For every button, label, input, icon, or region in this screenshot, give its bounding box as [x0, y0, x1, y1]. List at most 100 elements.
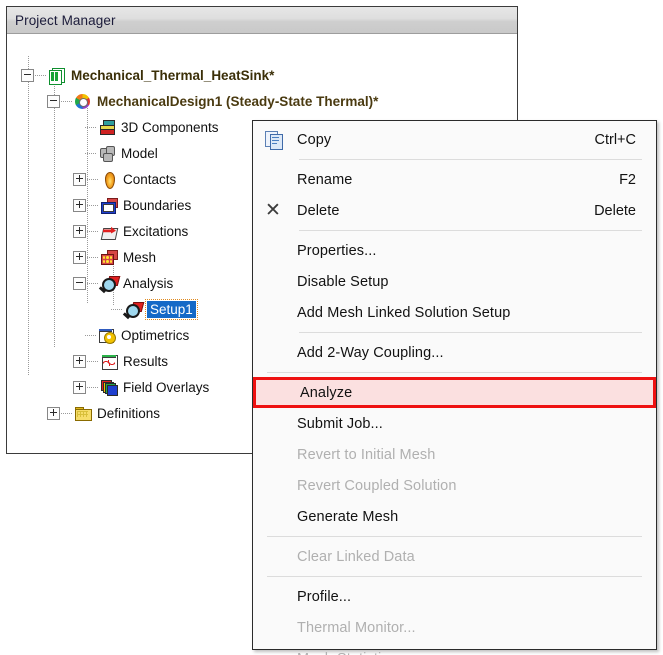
tree-dots — [85, 126, 97, 128]
menu-item-label: Add 2-Way Coupling... — [297, 344, 444, 361]
tree-node-label: Definitions — [97, 405, 161, 421]
menu-item-revert-coupled-solution: Revert Coupled Solution — [253, 470, 656, 501]
menu-item-label: Delete — [297, 202, 340, 219]
tree-node-label: Field Overlays — [123, 379, 210, 395]
expander-plus-icon[interactable] — [73, 224, 86, 238]
tree-node-project[interactable]: Mechanical_Thermal_HeatSink* — [21, 64, 274, 86]
menu-separator — [267, 536, 642, 537]
menu-item-label: Mesh Statistics... — [297, 651, 636, 655]
menu-item-delete[interactable]: ✕ Delete Delete — [253, 195, 656, 226]
close-x-icon: ✕ — [265, 199, 281, 221]
expander-plus-icon[interactable] — [47, 406, 60, 420]
tree-dots — [85, 334, 97, 336]
menu-item-accelerator: Delete — [594, 202, 636, 219]
menu-item-add-2-way-coupling[interactable]: Add 2-Way Coupling... — [253, 337, 656, 368]
tree-dots — [87, 360, 99, 362]
tree-connector-line — [54, 82, 55, 348]
expander-minus-icon[interactable] — [47, 94, 60, 108]
expander-plus-icon[interactable] — [73, 380, 86, 394]
menu-item-copy[interactable]: Copy Ctrl+C — [253, 124, 656, 155]
results-icon — [100, 353, 118, 370]
menu-item-mesh-statistics: Mesh Statistics... — [253, 643, 656, 655]
menu-item-rename[interactable]: Rename F2 — [253, 164, 656, 195]
tree-connector-line — [28, 56, 29, 376]
tree-node-label: Results — [123, 353, 169, 369]
excitations-icon — [100, 223, 119, 240]
menu-item-label: Copy — [297, 131, 332, 148]
expander-plus-icon[interactable] — [73, 172, 86, 186]
project-icon — [48, 67, 66, 85]
menu-item-accelerator: Ctrl+C — [594, 131, 637, 148]
optimetrics-icon — [98, 327, 116, 344]
tree-node-model[interactable]: Model — [73, 142, 158, 164]
menu-item-thermal-monitor: Thermal Monitor... — [253, 612, 656, 643]
tree-node-optimetrics[interactable]: Optimetrics — [73, 324, 189, 346]
boundaries-icon — [100, 197, 118, 214]
menu-icon-slot: ✕ — [253, 199, 297, 221]
menu-item-properties[interactable]: Properties... — [253, 235, 656, 266]
tree-node-design[interactable]: MechanicalDesign1 (Steady-State Thermal)… — [47, 90, 378, 112]
tree-node-definitions[interactable]: Definitions — [47, 402, 160, 424]
menu-item-profile[interactable]: Profile... — [253, 581, 656, 612]
menu-item-label: Add Mesh Linked Solution Setup — [297, 304, 511, 321]
tree-node-excitations[interactable]: Excitations — [73, 220, 188, 242]
tree-node-label: Model — [121, 145, 158, 161]
expander-plus-icon[interactable] — [73, 250, 86, 264]
tree-dots — [61, 100, 73, 102]
setup-icon — [123, 301, 145, 319]
tree-node-label-selected: Setup1 — [145, 298, 198, 320]
tree-node-field-overlays[interactable]: Field Overlays — [73, 376, 209, 398]
tree-node-label: Excitations — [123, 223, 189, 239]
tree-node-label: Optimetrics — [121, 327, 190, 343]
tree-node-label: Contacts — [123, 171, 177, 187]
tree-node-contacts[interactable]: Contacts — [73, 168, 176, 190]
menu-item-label: Rename — [297, 171, 353, 188]
tree-node-label: 3D Components — [121, 119, 219, 135]
menu-item-label: Analyze — [300, 384, 353, 401]
tree-dots — [61, 412, 73, 414]
tree-node-3d-components[interactable]: 3D Components — [73, 116, 219, 138]
menu-item-analyze[interactable]: Analyze — [253, 377, 656, 408]
contacts-icon — [100, 171, 118, 189]
menu-icon-slot — [253, 130, 297, 150]
menu-item-accelerator: F2 — [619, 171, 636, 188]
menu-separator — [299, 159, 642, 160]
menu-item-label: Generate Mesh — [297, 508, 399, 525]
design-gear-icon — [74, 93, 92, 110]
menu-item-submit-job[interactable]: Submit Job... — [253, 408, 656, 439]
model-icon — [98, 145, 116, 162]
expander-plus-icon[interactable] — [73, 198, 86, 212]
tree-dots — [87, 386, 99, 388]
tree-node-boundaries[interactable]: Boundaries — [73, 194, 191, 216]
menu-item-disable-setup[interactable]: Disable Setup — [253, 266, 656, 297]
menu-item-generate-mesh[interactable]: Generate Mesh — [253, 501, 656, 532]
expander-minus-icon[interactable] — [73, 276, 86, 290]
copy-icon — [265, 130, 285, 150]
menu-item-revert-to-initial-mesh: Revert to Initial Mesh — [253, 439, 656, 470]
mesh-icon — [100, 249, 118, 266]
project-manager-titlebar: Project Manager — [7, 7, 517, 34]
menu-separator — [299, 230, 642, 231]
menu-item-add-mesh-linked-solution-setup[interactable]: Add Mesh Linked Solution Setup — [253, 297, 656, 328]
tree-node-results[interactable]: Results — [73, 350, 168, 372]
tree-dots — [85, 152, 97, 154]
expander-minus-icon[interactable] — [21, 68, 34, 82]
tree-node-analysis[interactable]: Analysis — [73, 272, 173, 294]
tree-node-label: Mechanical_Thermal_HeatSink* — [71, 67, 275, 83]
tree-dots — [111, 308, 123, 310]
menu-item-label: Clear Linked Data — [297, 548, 415, 565]
tree-node-label: Boundaries — [123, 197, 192, 213]
expander-plus-icon[interactable] — [73, 354, 86, 368]
tree-node-mesh[interactable]: Mesh — [73, 246, 156, 268]
tree-node-setup1[interactable]: Setup1 — [99, 298, 198, 320]
menu-item-label: Submit Job... — [297, 415, 383, 432]
menu-item-label: Thermal Monitor... — [297, 619, 416, 636]
screenshot-root: Project Manager Mechanical_Thermal_HeatS… — [0, 0, 663, 655]
menu-item-label: Revert to Initial Mesh — [297, 446, 436, 463]
menu-separator — [299, 332, 642, 333]
tree-dots — [87, 204, 99, 206]
field-overlays-icon — [100, 379, 118, 396]
tree-dots — [87, 282, 99, 284]
